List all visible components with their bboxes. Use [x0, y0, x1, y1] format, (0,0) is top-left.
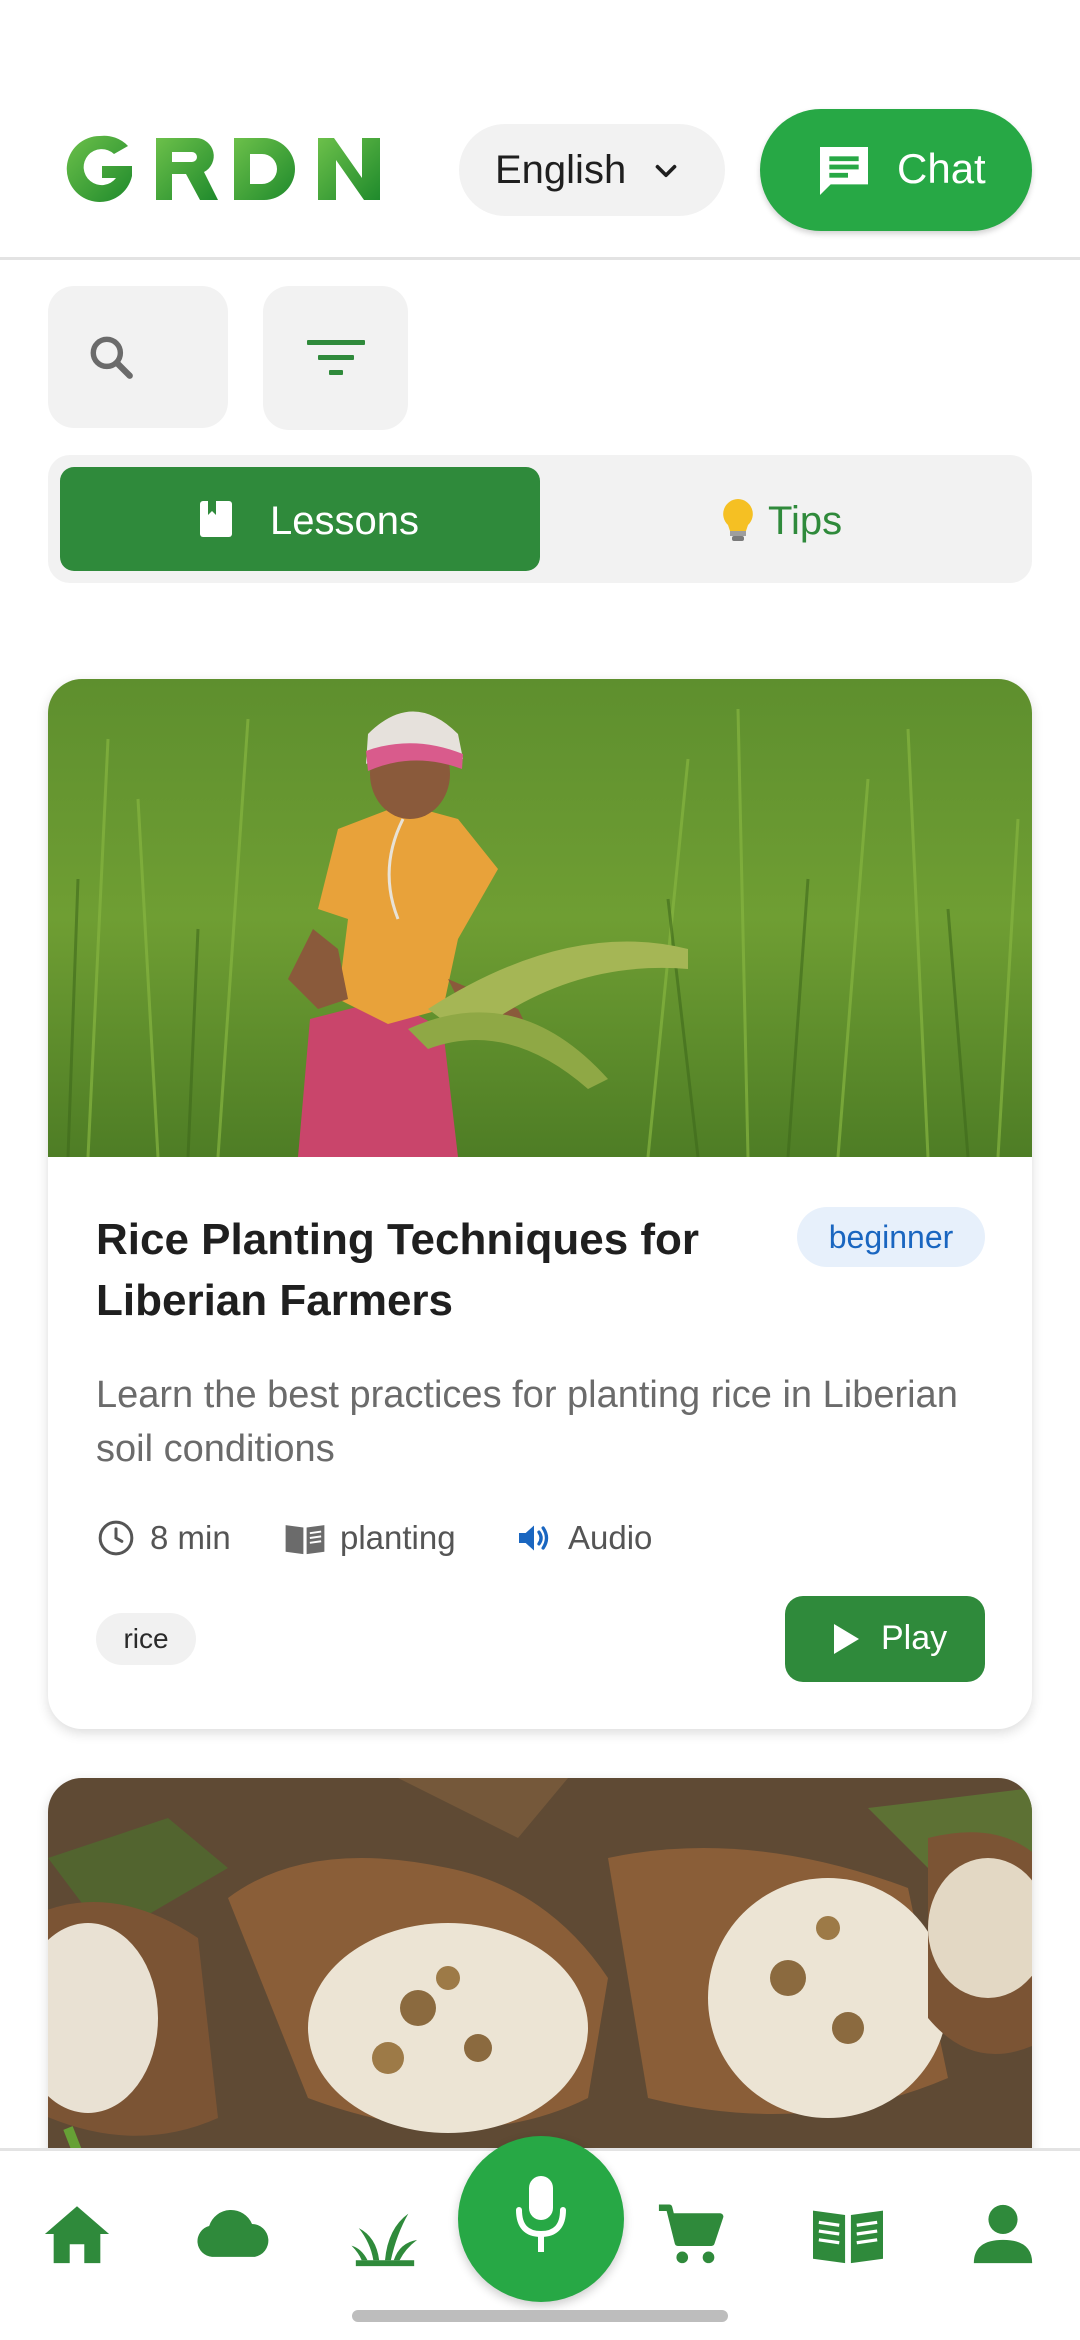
microphone-icon [516, 2176, 566, 2252]
clock-icon [98, 1520, 134, 1556]
filter-button[interactable] [263, 286, 408, 430]
plant-icon[interactable] [350, 2199, 420, 2269]
lesson-category-text: planting [340, 1519, 456, 1556]
book-open-icon [285, 1525, 325, 1555]
chat-label: Chat [897, 145, 986, 192]
language-selector[interactable]: English [459, 124, 725, 216]
lesson-media-type: Audio [514, 1513, 652, 1563]
book-open-icon[interactable] [810, 2199, 886, 2269]
lesson-description: Learn the best practices for planting ri… [96, 1374, 958, 1470]
tab-lessons[interactable]: Lessons [60, 467, 540, 571]
search-button[interactable] [48, 286, 228, 428]
search-icon [90, 336, 133, 379]
grdn-logo [66, 135, 380, 202]
lesson-duration: 8 min [96, 1513, 231, 1563]
lesson-duration-text: 8 min [150, 1519, 231, 1556]
play-label: Play [881, 1619, 948, 1657]
lesson-media-text: Audio [568, 1519, 653, 1556]
home-icon[interactable] [42, 2199, 112, 2269]
voice-input-button[interactable] [458, 2136, 624, 2302]
home-indicator[interactable] [352, 2310, 728, 2322]
cart-icon[interactable] [656, 2199, 726, 2269]
chat-icon [820, 147, 868, 195]
chat-button[interactable]: Chat [760, 109, 1032, 231]
level-badge: beginner [797, 1207, 985, 1267]
language-selected: English [495, 147, 627, 192]
app-header: English Chat [0, 0, 1080, 260]
filter-icon [307, 340, 365, 375]
tab-tips[interactable]: Tips [540, 467, 1020, 571]
lesson-card[interactable]: Rice Planting Techniques for Liberian Fa… [48, 679, 1032, 1729]
tab-tips-label: Tips [768, 499, 843, 543]
lesson-tip-tabs: Lessons Tips [48, 455, 1032, 583]
cloud-icon[interactable] [192, 2199, 272, 2269]
lesson-title: Rice Planting Techniques for Liberian Fa… [96, 1215, 700, 1325]
chevron-down-icon [655, 164, 677, 178]
lesson-tag: rice [96, 1613, 196, 1665]
lesson-image-rice-field [48, 679, 1032, 1157]
lightbulb-icon [723, 499, 753, 541]
speaker-icon [519, 1525, 549, 1551]
profile-icon[interactable] [968, 2199, 1038, 2269]
book-icon [200, 501, 232, 537]
lesson-category: planting [284, 1513, 456, 1563]
tab-lessons-label: Lessons [270, 499, 419, 543]
play-icon [834, 1624, 859, 1654]
play-button[interactable]: Play [785, 1596, 985, 1682]
